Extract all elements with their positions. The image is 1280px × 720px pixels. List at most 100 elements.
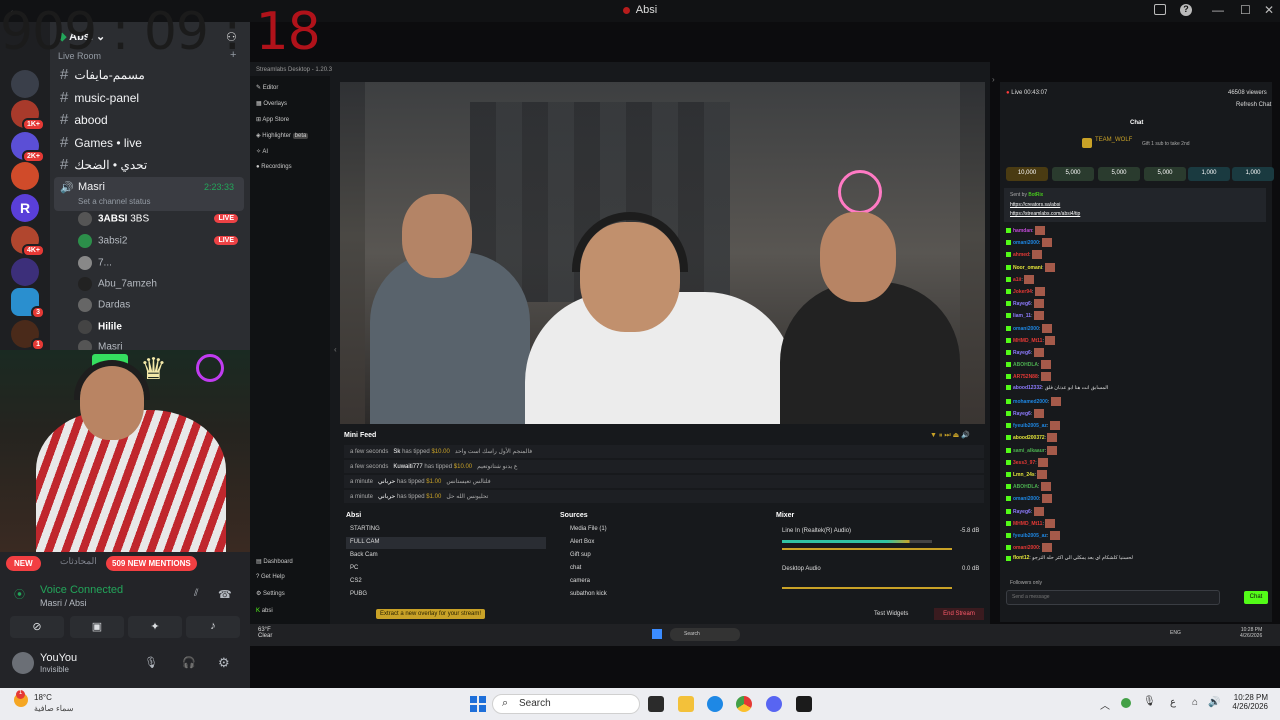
- source-item[interactable]: chat: [566, 563, 750, 575]
- taskbar-search[interactable]: Search: [492, 694, 640, 714]
- chat-message[interactable]: Joker94:: [1006, 287, 1045, 299]
- chat-username[interactable]: Noor_omani: [1013, 264, 1042, 270]
- refresh-chat-button[interactable]: Refresh Chat: [1236, 102, 1271, 108]
- chat-message[interactable]: MHMD_Mt11:: [1006, 335, 1056, 348]
- member-item[interactable]: 3absi2 LIVE: [78, 234, 238, 252]
- camera-button[interactable]: ⊘: [10, 616, 64, 638]
- collapse-left-icon[interactable]: ‹: [334, 345, 337, 354]
- lang-indicator[interactable]: ع: [1170, 697, 1176, 708]
- channel-item[interactable]: # مسمم-مايفات: [60, 66, 145, 84]
- weather-temp[interactable]: 18°C: [34, 693, 52, 702]
- member-item[interactable]: Abu_7amzeh: [78, 277, 238, 295]
- chat-username[interactable]: Lmn_24s: [1013, 472, 1035, 478]
- chat-username[interactable]: liam_11: [1013, 313, 1031, 319]
- start-icon[interactable]: [470, 696, 486, 712]
- nav-dashboard[interactable]: ▤ Dashboard: [256, 558, 293, 565]
- channel-item[interactable]: # music-panel: [60, 89, 139, 107]
- chat-message[interactable]: omani2000:: [1006, 323, 1052, 336]
- source-item[interactable]: subathon kick: [566, 589, 750, 601]
- chat-username[interactable]: abood12332: [1013, 385, 1042, 391]
- edge-icon[interactable]: [707, 696, 723, 712]
- soundboard-button[interactable]: ♪: [186, 616, 240, 638]
- noise-suppression-icon[interactable]: ⫽: [194, 588, 198, 599]
- member-item[interactable]: 3ABSI 3BS LIVE: [78, 212, 238, 230]
- nav-settings[interactable]: ⚙ Settings: [256, 590, 285, 597]
- chat-username[interactable]: fyeuib2005_az: [1013, 533, 1047, 539]
- voice-channel-item[interactable]: 🔊 Masri 2:23:33 Set a channel status: [54, 177, 244, 211]
- taskbar-clock[interactable]: 10:28 PM 4/26/2026: [1230, 693, 1268, 711]
- member-item[interactable]: 7...: [78, 256, 238, 274]
- volume-slider[interactable]: [782, 548, 952, 550]
- chat-message[interactable]: liam_11:: [1006, 311, 1044, 323]
- chat-message[interactable]: mohamed2000:: [1006, 396, 1061, 409]
- chat-send-button[interactable]: Chat: [1244, 591, 1268, 604]
- microphone-icon[interactable]: 🎙: [144, 656, 158, 669]
- task-view-icon[interactable]: [648, 696, 664, 712]
- inbox-icon[interactable]: [1154, 4, 1166, 15]
- server-icon[interactable]: 3: [11, 288, 45, 319]
- maximize-button[interactable]: ☐: [1240, 3, 1251, 17]
- chat-username[interactable]: abood200372: [1013, 435, 1045, 441]
- microphone-icon[interactable]: 🎙: [1143, 696, 1156, 707]
- scene-item[interactable]: PUBG: [346, 589, 546, 601]
- chat-message[interactable]: abood12332: المسابق انت هنا ابو عدنان فل…: [1006, 385, 1108, 397]
- source-item[interactable]: Gift sup: [566, 550, 750, 562]
- stream-preview[interactable]: [340, 82, 985, 424]
- nav-editor[interactable]: ✎ Editor: [256, 84, 278, 91]
- screen-share-button[interactable]: ▣: [70, 616, 124, 638]
- scene-item[interactable]: PC: [346, 563, 546, 575]
- chat-message[interactable]: hamdan:: [1006, 226, 1045, 238]
- streamlabs-icon[interactable]: [796, 696, 812, 712]
- chat-message[interactable]: omani2000:: [1006, 238, 1052, 250]
- chat-message[interactable]: omani2000:: [1006, 494, 1052, 506]
- gear-icon[interactable]: ⚙: [218, 655, 230, 671]
- chat-message[interactable]: Rayeg6:: [1006, 348, 1044, 360]
- chat-message[interactable]: abood200372:: [1006, 433, 1058, 445]
- voice-status[interactable]: Voice Connected: [40, 584, 123, 596]
- chat-message[interactable]: sami_alkaaur:: [1006, 445, 1058, 458]
- chat-username[interactable]: Rayeg6: [1013, 411, 1031, 417]
- activities-button[interactable]: ✦: [128, 616, 182, 638]
- chat-username[interactable]: 3ess3_97: [1013, 460, 1035, 466]
- channel-item[interactable]: # Games • live: [60, 134, 142, 152]
- server-icon[interactable]: 2K+: [11, 132, 45, 163]
- chat-username[interactable]: ABOHDLA: [1013, 362, 1038, 368]
- windows-start-icon[interactable]: [652, 629, 662, 639]
- disconnect-icon[interactable]: ☎: [218, 588, 232, 601]
- chat-username[interactable]: ABOHDLA: [1013, 484, 1038, 490]
- pinned-link[interactable]: https://streamlabs.com/absi4/tip: [1010, 211, 1080, 217]
- chat-username[interactable]: ahmed: [1013, 252, 1029, 258]
- chat-username[interactable]: MHMD_Mt11: [1013, 521, 1042, 527]
- server-icon[interactable]: 1K+: [11, 100, 45, 131]
- nav-recordings[interactable]: ● Recordings: [256, 164, 292, 170]
- chat-message[interactable]: AR752N88:: [1006, 372, 1051, 384]
- chat-username[interactable]: Rayeg6: [1013, 350, 1031, 356]
- chat-message[interactable]: ABOHDLA:: [1006, 360, 1051, 372]
- chat-username[interactable]: sami_alkaaur: [1013, 447, 1045, 453]
- server-icon[interactable]: 1: [11, 320, 45, 351]
- chat-username[interactable]: omani2000: [1013, 325, 1039, 331]
- chat-username[interactable]: omani2000: [1013, 240, 1039, 246]
- source-item[interactable]: Media File (1): [566, 524, 750, 536]
- chat-message[interactable]: Noor_omani:: [1006, 262, 1055, 275]
- chat-message[interactable]: MHMD_Mt11:: [1006, 518, 1056, 531]
- scene-item[interactable]: Back Cam: [346, 550, 546, 562]
- chat-message[interactable]: fyeuib2005_az:: [1006, 421, 1060, 433]
- chat-message[interactable]: 3ess3_97:: [1006, 457, 1049, 470]
- server-icon[interactable]: [11, 70, 39, 98]
- nav-highlighter[interactable]: ◈ Highlighter beta: [256, 132, 309, 139]
- network-icon[interactable]: ⌂: [1192, 697, 1198, 708]
- chat-message[interactable]: ABOHDLA:: [1006, 482, 1051, 494]
- member-item[interactable]: Hilile: [78, 320, 238, 338]
- chat-username[interactable]: Rayeg6: [1013, 508, 1031, 514]
- leaderboard-chip[interactable]: 5,000: [1144, 167, 1186, 181]
- chat-username[interactable]: fyeuib2005_az: [1013, 423, 1047, 429]
- server-icon[interactable]: R: [11, 194, 39, 222]
- help-icon[interactable]: ?: [1180, 4, 1192, 16]
- chat-message[interactable]: omani2000:: [1006, 543, 1052, 555]
- chat-message[interactable]: Rayeg6:: [1006, 409, 1044, 421]
- server-icon[interactable]: 4K+: [11, 226, 45, 257]
- pinned-link[interactable]: https://creators.sa/absi: [1010, 202, 1060, 208]
- chat-message[interactable]: Lmn_24s:: [1006, 470, 1048, 482]
- expand-right-icon[interactable]: ›: [992, 75, 995, 84]
